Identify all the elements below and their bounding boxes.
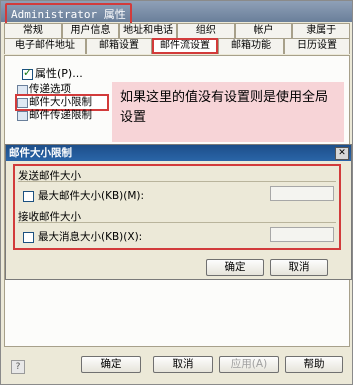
properties-check-icon xyxy=(22,66,33,80)
tab-organization[interactable]: 组织 xyxy=(177,23,235,39)
properties-label: 属性(P)... xyxy=(35,67,83,80)
list-item-label: 邮件大小限制 xyxy=(29,96,92,108)
tab-email-addresses[interactable]: 电子邮件地址 xyxy=(4,38,86,54)
close-icon[interactable]: ✕ xyxy=(335,147,349,160)
envelope-icon xyxy=(17,85,28,95)
dialog-title: 邮件大小限制 xyxy=(6,145,351,161)
max-receive-size-label: 最大消息大小(KB)(X): xyxy=(38,231,143,243)
ok-button[interactable]: 确定 xyxy=(81,356,141,373)
max-send-size-label: 最大邮件大小(KB)(M): xyxy=(38,190,145,202)
message-size-limits-dialog: 邮件大小限制 ✕ 发送邮件大小 最大邮件大小(KB)(M): 接收邮件大小 最大… xyxy=(5,144,352,280)
settings-list: 传递选项 邮件大小限制 邮件传递限制 xyxy=(15,83,109,122)
divider xyxy=(18,181,336,182)
dialog-content: 发送邮件大小 最大邮件大小(KB)(M): 接收邮件大小 最大消息大小(KB)(… xyxy=(13,164,341,250)
tab-mailbox-settings[interactable]: 邮箱设置 xyxy=(86,38,152,54)
tab-calendar-settings[interactable]: 日历设置 xyxy=(284,38,350,54)
help-button[interactable]: 帮助 xyxy=(285,356,343,373)
divider xyxy=(18,222,336,223)
apply-button[interactable]: 应用(A) xyxy=(219,356,279,373)
tab-member-of[interactable]: 隶属于 xyxy=(292,23,351,39)
list-item-label: 邮件传递限制 xyxy=(29,109,92,121)
list-item-message-size-limits[interactable]: 邮件大小限制 xyxy=(15,94,109,111)
properties-window: Administrator 属性 常规 用户信息 地址和电话 组织 帐户 隶属于… xyxy=(0,0,353,385)
max-receive-size-option[interactable]: 最大消息大小(KB)(X): xyxy=(23,229,142,244)
max-receive-size-input[interactable] xyxy=(270,227,334,242)
cancel-button[interactable]: 取消 xyxy=(153,356,213,373)
tab-strip: 常规 用户信息 地址和电话 组织 帐户 隶属于 电子邮件地址 邮箱设置 邮件流设… xyxy=(4,23,351,55)
max-send-size-option[interactable]: 最大邮件大小(KB)(M): xyxy=(23,188,144,203)
list-item-delivery-restrictions[interactable]: 邮件传递限制 xyxy=(17,109,107,122)
tab-user-info[interactable]: 用户信息 xyxy=(61,23,120,39)
max-send-size-input[interactable] xyxy=(270,186,334,201)
dialog-ok-button[interactable]: 确定 xyxy=(206,259,264,276)
tab-address-phone[interactable]: 地址和电话 xyxy=(119,23,178,39)
tab-account[interactable]: 帐户 xyxy=(234,23,293,39)
window-title: Administrator 属性 xyxy=(5,3,132,25)
properties-button[interactable]: 属性(P)... xyxy=(22,65,83,81)
max-send-size-checkbox[interactable] xyxy=(23,190,34,202)
max-receive-size-checkbox[interactable] xyxy=(23,231,34,243)
help-context-icon: ? xyxy=(11,360,25,374)
tab-row-1: 常规 用户信息 地址和电话 组织 帐户 隶属于 xyxy=(4,23,351,39)
annotation-callout: 如果这里的值没有设置则是使用全局设置 xyxy=(112,82,344,142)
tab-general[interactable]: 常规 xyxy=(4,23,62,39)
envelope-icon xyxy=(17,98,28,108)
tab-mail-flow-settings[interactable]: 邮件流设置 xyxy=(152,38,218,54)
title-bar: Administrator 属性 xyxy=(1,1,352,25)
dialog-cancel-button[interactable]: 取消 xyxy=(270,259,328,276)
list-item-label: 传递选项 xyxy=(29,83,71,95)
tab-mailbox-features[interactable]: 邮箱功能 xyxy=(218,38,284,54)
envelope-icon xyxy=(17,111,28,121)
tab-row-2: 电子邮件地址 邮箱设置 邮件流设置 邮箱功能 日历设置 xyxy=(4,38,350,54)
list-item-delivery-options[interactable]: 传递选项 xyxy=(17,83,107,96)
